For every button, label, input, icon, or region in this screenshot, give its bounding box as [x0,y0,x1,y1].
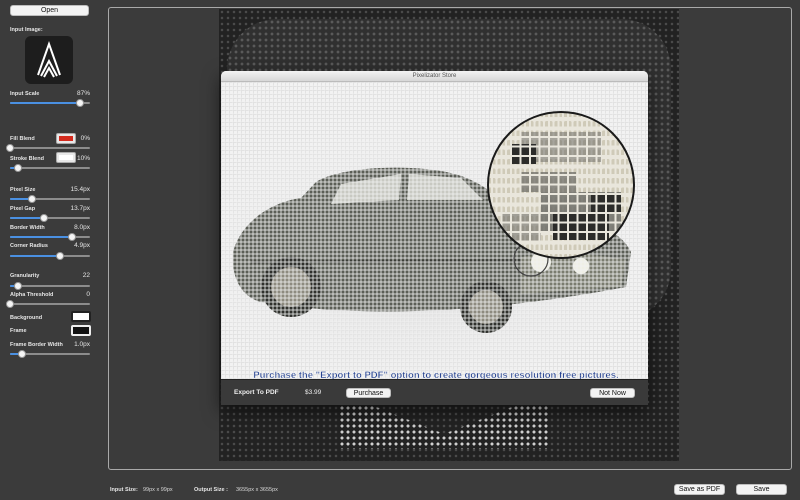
slider-track[interactable] [10,167,90,169]
input-image-thumbnail[interactable] [25,36,73,84]
slider-knob[interactable] [68,233,77,241]
promo-text: Purchase the "Export to PDF" option to c… [253,370,619,379]
slider-knob[interactable] [56,252,65,260]
input-size-label: Input Size: [110,487,138,493]
pixel-size-value: 15.4px [70,186,90,193]
store-sample-image: Purchase the "Export to PDF" option to c… [221,82,648,379]
corner-radius-slider[interactable] [10,252,90,260]
frame-border-width-value: 1.0px [74,341,90,348]
store-purchase-bar: Export To PDF $3.99 Purchase Not Now [221,379,648,405]
save-as-pdf-button[interactable]: Save as PDF [674,484,725,495]
slider-knob[interactable] [75,99,84,107]
alpha-threshold-value: 0 [86,291,90,298]
slider-knob[interactable] [14,282,22,290]
slider-fill [10,255,61,257]
border-width-slider[interactable] [10,233,90,241]
pixel-size-label: Pixel Size [10,187,36,193]
slider-fill [10,102,80,104]
input-scale-label: Input Scale [10,91,40,97]
fill-blend-value: 0% [80,135,90,142]
slider-knob[interactable] [6,144,14,152]
store-title: Pixelizator Store [221,71,648,82]
granularity-label: Granularity [10,273,40,279]
pixel-gap-slider[interactable] [10,214,90,222]
open-button[interactable]: Open [10,5,89,16]
sidebar: Open Input Image: Input Scale 87% Fill B… [0,0,100,500]
output-size-value: 3655px x 3655px [236,487,278,493]
slider-fill [10,217,45,219]
pixel-gap-label: Pixel Gap [10,206,36,212]
product-price: $3.99 [305,389,322,396]
frame-color-swatch[interactable] [71,325,91,336]
granularity-slider[interactable] [10,282,90,290]
sample-car-image [221,82,648,379]
not-now-button[interactable]: Not Now [590,388,635,398]
save-button[interactable]: Save [736,484,787,495]
slider-knob[interactable] [14,164,22,172]
slider-track[interactable] [10,285,90,287]
slider-track[interactable] [10,147,90,149]
input-image-label: Input Image: [10,27,43,33]
corner-radius-label: Corner Radius [10,243,48,249]
slider-knob[interactable] [6,300,14,308]
input-size-value: 99px x 99px [143,487,173,493]
background-label: Background [10,315,43,321]
alpha-threshold-slider[interactable] [6,300,90,308]
pixel-gap-value: 13.7px [70,205,90,212]
input-scale-value: 87% [76,90,90,97]
frame-label: Frame [10,328,27,334]
slider-track[interactable] [10,303,90,305]
arrow-logo-icon [37,41,61,78]
slider-knob[interactable] [40,214,49,222]
product-name: Export To PDF [234,389,279,396]
slider-knob[interactable] [27,195,36,203]
granularity-value: 22 [82,272,90,279]
pixel-size-slider[interactable] [10,195,90,203]
stroke-blend-label: Stroke Blend [10,156,44,162]
border-width-label: Border Width [10,225,45,231]
slider-fill [10,236,73,238]
preview-arrow-detail [339,399,549,449]
stroke-blend-value: 10% [76,155,90,162]
input-scale-slider[interactable] [10,99,90,107]
fill-blend-label: Fill Blend [10,136,35,142]
stroke-blend-slider[interactable] [10,164,90,172]
alpha-threshold-label: Alpha Threshold [10,292,54,298]
border-width-value: 8.0px [74,224,90,231]
frame-border-width-slider[interactable] [10,350,90,358]
store-dialog: Pixelizator Store Purchase the "Export t… [221,71,648,405]
background-color-swatch[interactable] [71,311,91,322]
slider-knob[interactable] [18,350,26,358]
output-size-label: Output Size : [194,487,228,493]
fill-blend-slider[interactable] [6,144,90,152]
purchase-button[interactable]: Purchase [346,388,391,398]
corner-radius-value: 4.9px [74,242,90,249]
